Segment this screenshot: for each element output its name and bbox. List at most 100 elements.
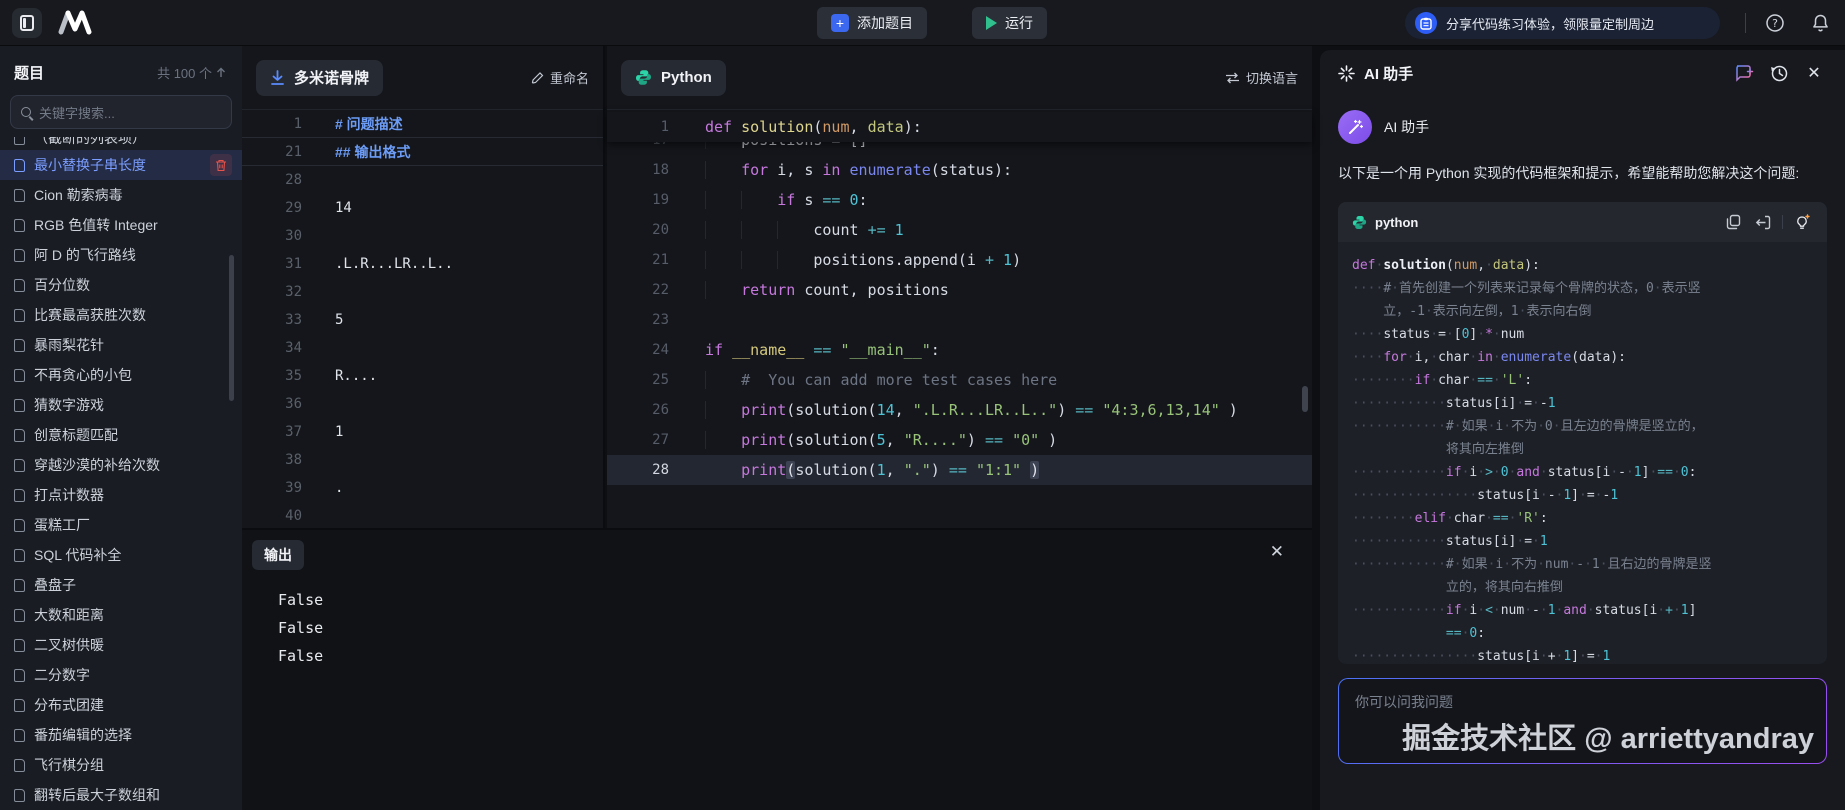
code-token: 立，-1 (1383, 304, 1425, 319)
ai-question-input[interactable]: 你可以问我问题 掘金技术社区 @ arriettyandray (1338, 678, 1827, 764)
add-problem-button[interactable]: + 添加题目 (817, 7, 927, 39)
logo-m-icon[interactable] (56, 9, 96, 40)
code-token: ] (1571, 488, 1579, 503)
copy-icon[interactable] (1722, 211, 1744, 233)
file-icon (14, 639, 25, 652)
sidebar-item[interactable]: 翻转后最大子数组和 (0, 780, 242, 810)
output-tab[interactable]: 输出 (252, 540, 304, 570)
code-block-language: python (1375, 215, 1418, 230)
sidebar-scrollbar[interactable] (229, 255, 234, 401)
sidebar-item-label: 番茄编辑的选择 (34, 725, 132, 745)
editor-scrollbar[interactable] (1302, 386, 1308, 412)
indent (705, 191, 777, 209)
sidebar-item[interactable]: 叠盘子 (0, 570, 242, 600)
whitespace-dots: · (1537, 557, 1545, 572)
sidebar-item[interactable]: 二分数字 (0, 660, 242, 690)
insert-code-icon[interactable] (1752, 211, 1774, 233)
sidebar-item[interactable]: 分布式团建 (0, 690, 242, 720)
download-icon (270, 70, 285, 86)
ai-code-line: ············#·如果·i·不为·num·-·1·且右边的骨牌是竖 (1352, 553, 1813, 576)
code-token: if (705, 341, 723, 359)
code-token: num (1501, 327, 1524, 342)
sidebar-item[interactable]: 打点计数器 (0, 480, 242, 510)
code-token (886, 221, 895, 239)
sidebar-item[interactable]: 百分位数 (0, 270, 242, 300)
ai-code-lines[interactable]: def·solution(num,·data):····#·首先创建一个列表来记… (1338, 242, 1827, 664)
problem-line: 32 (242, 278, 603, 306)
hint-bulb-icon[interactable] (1791, 211, 1813, 233)
sidebar-item[interactable]: 比赛最高获胜次数 (0, 300, 242, 330)
problem-line: 31.L.R...LR..L.. (242, 250, 603, 278)
code-token: 'L' (1501, 373, 1524, 388)
sidebar-item[interactable]: 二叉树供暖 (0, 630, 242, 660)
sidebar-item[interactable]: 穿越沙漠的补给次数 (0, 450, 242, 480)
code-token: 表示向右倒 (1526, 304, 1591, 319)
code-token: s (795, 191, 822, 209)
sidebar-item[interactable]: 猜数字游戏 (0, 390, 242, 420)
code-editor-area[interactable]: 1def solution(num, data):17 positions = … (607, 110, 1312, 485)
delete-problem-button[interactable] (210, 154, 232, 176)
whitespace-dots: · (1407, 350, 1415, 365)
line-number: 31 (242, 256, 302, 272)
scroll-top-icon[interactable] (216, 67, 226, 78)
ai-message-text: 以下是一个用 Python 实现的代码框架和提示，希望能帮助您解决这个问题: (1338, 160, 1818, 186)
problem-description-panel: 多米诺骨牌 重命名 1# 问题描述21## 输出格式2829143031.L.R… (242, 46, 605, 528)
file-icon (14, 339, 25, 352)
editor-line: 18 for i, s in enumerate(status): (607, 155, 1312, 185)
sidebar-item[interactable]: 番茄编辑的选择 (0, 720, 242, 750)
ai-avatar (1338, 110, 1372, 144)
problem-line-text: 14 (302, 200, 352, 216)
promo-banner[interactable]: 分享代码练习体验，领限量定制周边 (1405, 7, 1720, 39)
sidebar-item[interactable]: 阿 D 的飞行路线 (0, 240, 242, 270)
language-tab-python[interactable]: Python (621, 60, 726, 96)
bell-icon[interactable] (1808, 11, 1832, 35)
clipped-list-item[interactable]: （截断的列表项） (0, 137, 242, 150)
code-token: + (985, 251, 994, 269)
code-token: for (741, 161, 768, 179)
run-button[interactable]: 运行 (972, 7, 1047, 39)
sidebar-item[interactable]: SQL 代码补全 (0, 540, 242, 570)
whitespace-dots: · (1430, 350, 1438, 365)
code-token: 不为 (1511, 419, 1537, 434)
sidebar-item[interactable]: 不再贪心的小包 (0, 360, 242, 390)
sidebar-item[interactable]: 蛋糕工厂 (0, 510, 242, 540)
indent (705, 401, 741, 419)
sidebar-item[interactable]: 大数和距离 (0, 600, 242, 630)
ai-close-icon[interactable]: ✕ (1801, 60, 1827, 86)
code-token: 1 (1610, 488, 1618, 503)
editor-line: 24if __name__ == "__main__": (607, 335, 1312, 365)
problem-title-tab[interactable]: 多米诺骨牌 (256, 60, 383, 96)
search-input[interactable]: 关键字搜索... (10, 95, 232, 129)
sidebar-item[interactable]: 最小替换子串长度 (0, 150, 242, 180)
rename-button[interactable]: 重命名 (531, 68, 589, 87)
sidebar-item[interactable]: 暴雨梨花针 (0, 330, 242, 360)
code-token: 首先创建一个列表来记录每个骨牌的状态，0 (1399, 281, 1654, 296)
help-icon[interactable]: ? (1763, 11, 1787, 35)
new-chat-icon[interactable] (1731, 60, 1757, 86)
whitespace-dots: · (1477, 603, 1485, 618)
problem-source-lines[interactable]: 1# 问题描述21## 输出格式2829143031.L.R...LR..L..… (242, 110, 603, 530)
code-token: ): (1524, 258, 1540, 273)
history-icon[interactable] (1766, 60, 1792, 86)
whitespace-dots: · (1600, 557, 1608, 572)
editor-line-code: for i, s in enumerate(status): (669, 161, 1012, 179)
sidebar-toggle-button[interactable] (12, 8, 42, 38)
topbar: + 添加题目 运行 分享代码练习体验，领限量定制周边 ? (0, 0, 1845, 46)
code-token: num (1545, 557, 1568, 572)
line-number: 39 (242, 480, 302, 496)
line-number: 38 (242, 452, 302, 468)
code-token: - (1618, 465, 1626, 480)
code-token: enumerate (850, 161, 931, 179)
sidebar-item[interactable]: 创意标题匹配 (0, 420, 242, 450)
code-token (967, 461, 976, 479)
editor-clipped-line: 17 positions = [] (607, 142, 1312, 155)
sidebar-item[interactable]: Cion 勒索病毒 (0, 180, 242, 210)
sidebar-item[interactable]: RGB 色值转 Integer (0, 210, 242, 240)
switch-language-button[interactable]: 切换语言 (1225, 68, 1298, 87)
whitespace-dots: · (1493, 465, 1501, 480)
code-token: > (1485, 465, 1493, 480)
output-close-icon[interactable]: ✕ (1270, 542, 1284, 562)
code-token: data (1493, 258, 1524, 273)
sidebar-item[interactable]: 飞行棋分组 (0, 750, 242, 780)
line-number: 18 (607, 162, 669, 178)
